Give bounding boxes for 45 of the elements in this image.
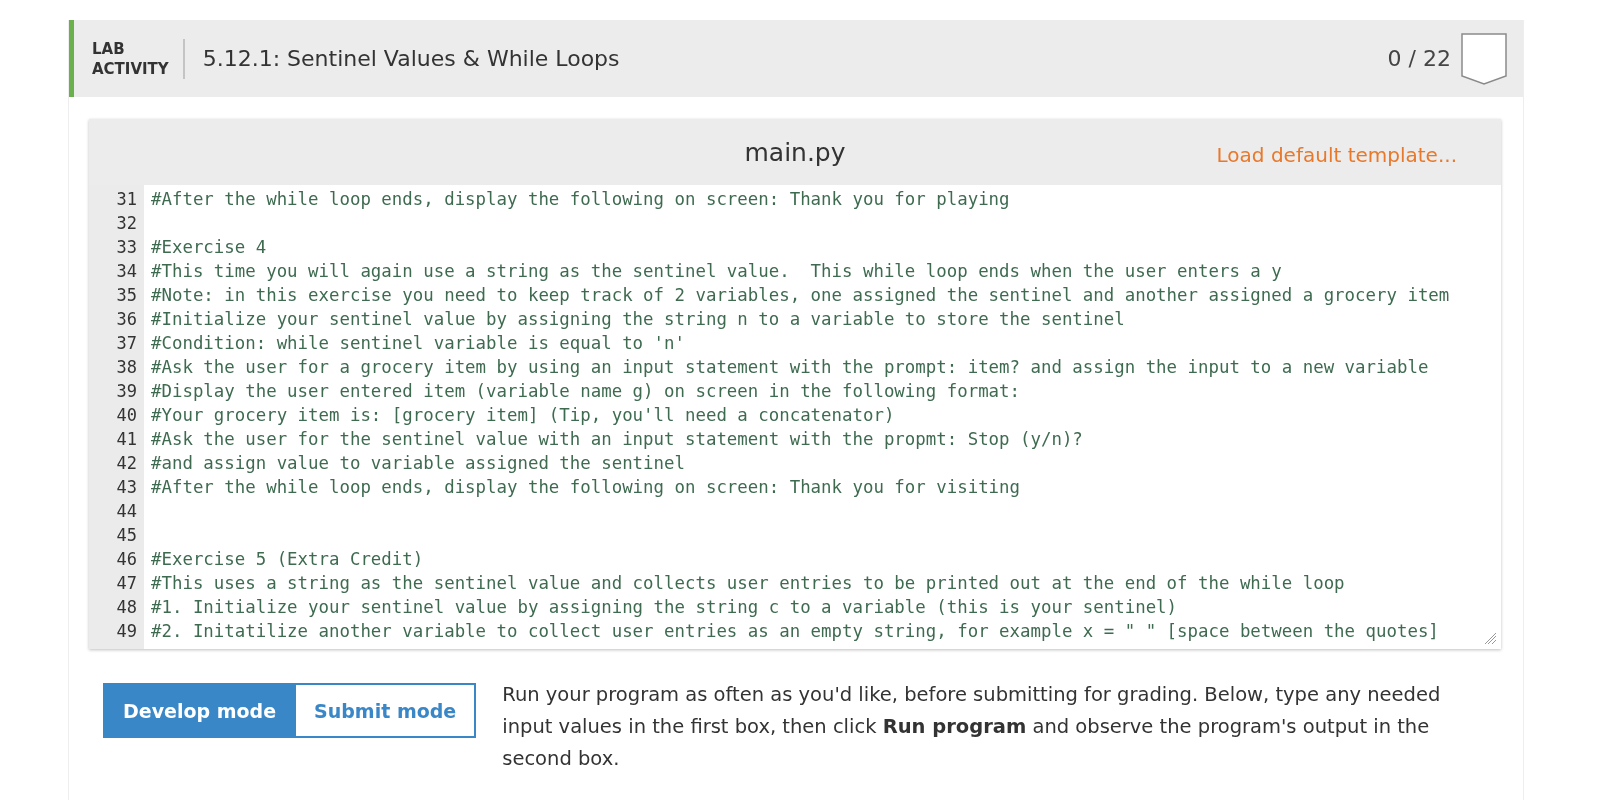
score-text: 0 / 22 bbox=[1387, 46, 1451, 71]
line-number: 41 bbox=[115, 429, 137, 449]
code-line: #Note: in this exercise you need to keep track of 2 variables, one assigned the sentinel and another assigned a grocery item bbox=[151, 285, 1450, 305]
line-number: 42 bbox=[115, 453, 137, 473]
line-number: 47 bbox=[115, 573, 137, 593]
code-line: #Exercise 5 (Extra Credit) bbox=[151, 549, 424, 569]
line-number: 31 bbox=[115, 189, 137, 209]
line-number: 36 bbox=[115, 309, 137, 329]
code-line: #This time you will again use a string as the sentinel value. This while loop ends when the user enters a y bbox=[151, 261, 1282, 281]
resize-grip-icon[interactable] bbox=[1485, 633, 1497, 645]
code-line: #Ask the user for the sentinel value with an input statement with the propmt: Stop (y/n)? bbox=[151, 429, 1083, 449]
code-line: #2. Initatilize another variable to collect user entries as an empty string, for example x = " " [space between the quotes] bbox=[151, 621, 1439, 641]
code-line: #Your grocery item is: [grocery item] (Tip, you'll need a concatenator) bbox=[151, 405, 895, 425]
load-template-link[interactable]: Load default template... bbox=[1216, 143, 1457, 167]
completion-badge-icon bbox=[1461, 32, 1507, 85]
mode-button[interactable]: Submit mode bbox=[296, 683, 477, 738]
activity-title: 5.12.1: Sentinel Values & While Loops bbox=[202, 46, 621, 71]
code-line: #Ask the user for a grocery item by using an input statement with the prompt: item? and assign the input to a new variable bbox=[151, 357, 1429, 377]
line-number: 43 bbox=[115, 477, 137, 497]
line-number: 33 bbox=[115, 237, 137, 257]
line-number: 39 bbox=[115, 381, 137, 401]
line-number: 37 bbox=[115, 333, 137, 353]
activity-type-label: LAB ACTIVITY bbox=[92, 38, 185, 79]
line-number: 34 bbox=[115, 261, 137, 281]
code-line: #Display the user entered item (variable name g) on screen in the following format: bbox=[151, 381, 1020, 401]
line-number: 38 bbox=[115, 357, 137, 377]
instructions-text: Run your program as often as you'd like, before submitting for grading. Below, type any needed input values in the first box, then click Run program and observe the program's output in the second box. bbox=[502, 682, 1442, 772]
code-line: #After the while loop ends, display the following on screen: Thank you for playing bbox=[151, 189, 1010, 209]
line-number: 49 bbox=[115, 621, 137, 641]
code-line: #After the while loop ends, display the following on screen: Thank you for visiting bbox=[151, 477, 1020, 497]
line-number: 40 bbox=[115, 405, 137, 425]
line-number: 48 bbox=[115, 597, 137, 617]
line-number: 44 bbox=[115, 501, 137, 521]
line-number: 32 bbox=[115, 213, 137, 233]
code-line: #This uses a string as the sentinel value and collects user entries to be printed out at the end of the while loop bbox=[151, 573, 1345, 593]
code-line: #Condition: while sentinel variable is equal to 'n' bbox=[151, 333, 685, 353]
code-line: #Initialize your sentinel value by assigning the string n to a variable to store the sentinel bbox=[151, 309, 1125, 329]
line-number: 45 bbox=[115, 525, 137, 545]
code-line: #Exercise 4 bbox=[151, 237, 267, 257]
file-name: main.py bbox=[744, 137, 846, 167]
code-line: #and assign value to variable assigned the sentinel bbox=[151, 453, 685, 473]
code-line: #1. Initialize your sentinel value by assigning the string c to a variable (this is your sentinel) bbox=[151, 597, 1178, 617]
line-number: 46 bbox=[115, 549, 137, 569]
line-number: 35 bbox=[115, 285, 137, 305]
mode-button[interactable]: Develop mode bbox=[103, 683, 297, 738]
